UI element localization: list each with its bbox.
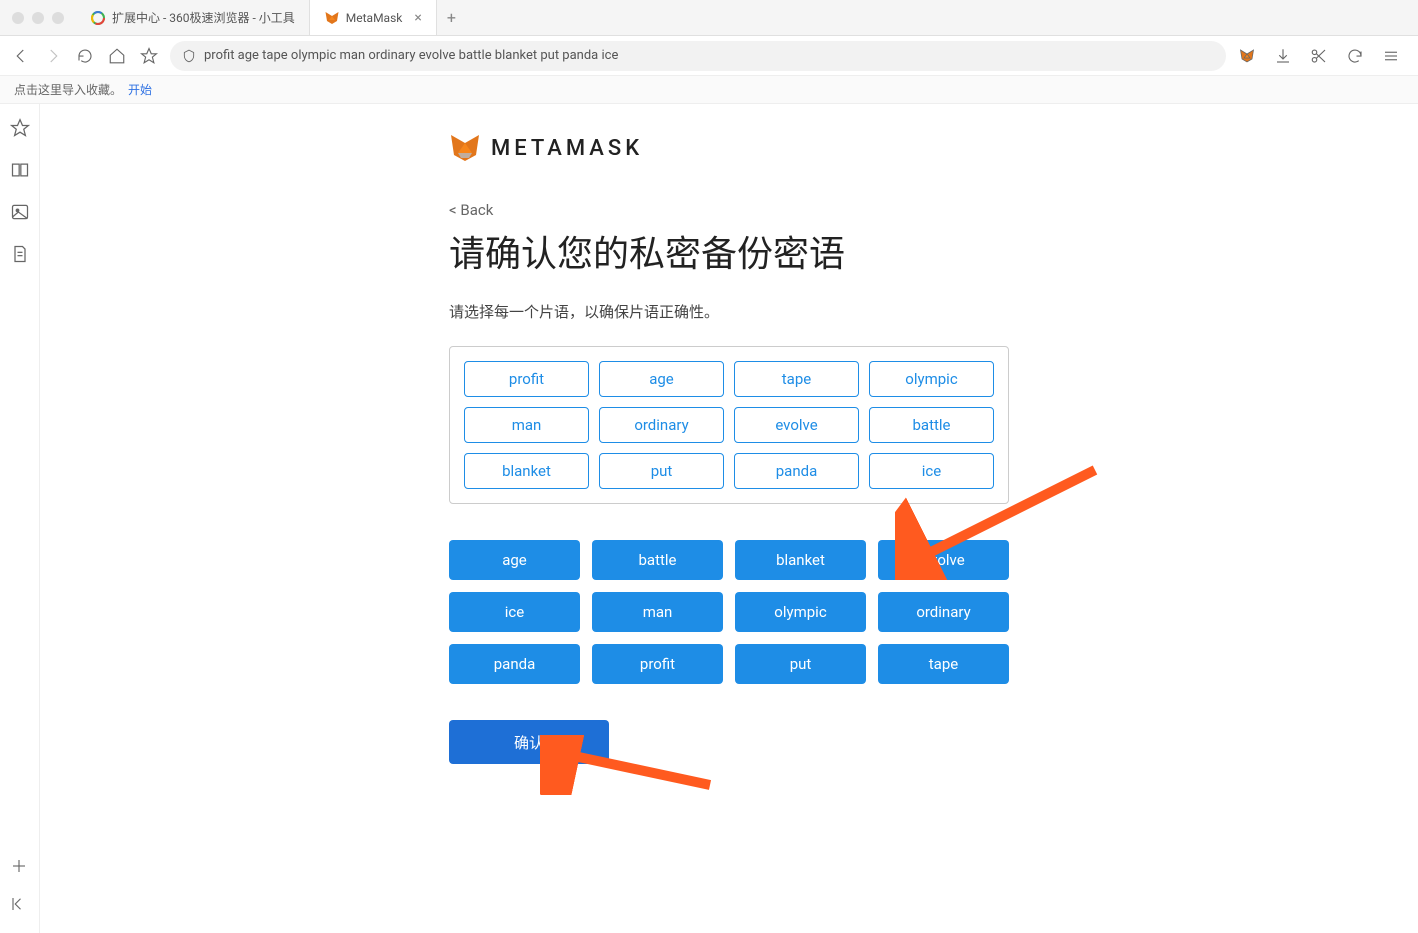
close-window-dot[interactable] [12,12,24,24]
option-word-button[interactable]: panda [449,644,580,684]
selected-word-chip[interactable]: age [599,361,724,397]
option-words-grid: age battle blanket evolve ice man olympi… [449,540,1009,684]
book-icon[interactable] [10,160,30,180]
close-tab-icon[interactable]: × [414,10,421,26]
toolbar-right [1236,45,1408,67]
option-word-button[interactable]: olympic [735,592,866,632]
selected-word-chip[interactable]: tape [734,361,859,397]
option-word-button[interactable]: battle [592,540,723,580]
minimize-window-dot[interactable] [32,12,44,24]
window-controls [0,12,76,24]
menu-icon[interactable] [1380,45,1402,67]
selected-word-chip[interactable]: olympic [869,361,994,397]
tab-extensions[interactable]: 扩展中心 - 360极速浏览器 - 小工具 [76,0,310,35]
page-content: METAMASK < Back 请确认您的私密备份密语 请选择每一个片语，以确保… [40,104,1418,933]
selected-word-chip[interactable]: put [599,453,724,489]
bookmark-start-link[interactable]: 开始 [128,81,152,98]
selected-word-chip[interactable]: panda [734,453,859,489]
navigation-bar: profit age tape olympic man ordinary evo… [0,36,1418,76]
brand-text: METAMASK [491,136,643,161]
address-text: profit age tape olympic man ordinary evo… [204,48,618,63]
selected-word-chip[interactable]: evolve [734,407,859,443]
image-icon[interactable] [10,202,30,222]
option-word-button[interactable]: put [735,644,866,684]
forward-button[interactable] [42,45,64,67]
shield-icon [182,49,196,63]
metamask-fox-icon [449,132,481,164]
side-rail [0,104,40,933]
option-word-button[interactable]: tape [878,644,1009,684]
selected-word-chip[interactable]: profit [464,361,589,397]
selected-word-chip[interactable]: blanket [464,453,589,489]
selected-word-chip[interactable]: battle [869,407,994,443]
tab-label: 扩展中心 - 360极速浏览器 - 小工具 [112,9,295,26]
option-word-button[interactable]: blanket [735,540,866,580]
download-icon[interactable] [1272,45,1294,67]
document-icon[interactable] [10,244,30,264]
tab-metamask[interactable]: MetaMask × [310,0,437,35]
option-word-button[interactable]: man [592,592,723,632]
plus-icon[interactable] [10,857,30,877]
selected-word-chip[interactable]: ordinary [599,407,724,443]
360-icon [90,10,106,26]
selected-word-chip[interactable]: man [464,407,589,443]
maximize-window-dot[interactable] [52,12,64,24]
address-bar[interactable]: profit age tape olympic man ordinary evo… [170,41,1226,71]
window-titlebar: 扩展中心 - 360极速浏览器 - 小工具 MetaMask × + [0,0,1418,36]
selected-word-chip[interactable]: ice [869,453,994,489]
back-button[interactable] [10,45,32,67]
option-word-button[interactable]: ordinary [878,592,1009,632]
new-tab-button[interactable]: + [437,8,466,27]
metamask-ext-icon[interactable] [1236,45,1258,67]
tab-label: MetaMask [346,11,403,25]
page-title: 请确认您的私密备份密语 [449,225,1009,277]
bookmark-hint: 点击这里导入收藏。 [14,81,122,98]
reload-button[interactable] [74,45,96,67]
back-link[interactable]: < Back [449,201,493,219]
collapse-icon[interactable] [10,895,30,915]
favorite-star-icon[interactable] [138,45,160,67]
star-outline-icon[interactable] [10,118,30,138]
page-subtitle: 请选择每一个片语，以确保片语正确性。 [449,301,1009,322]
bookmark-bar: 点击这里导入收藏。 开始 [0,76,1418,104]
metamask-logo: METAMASK [449,132,1009,164]
option-word-button[interactable]: profit [592,644,723,684]
option-word-button[interactable]: ice [449,592,580,632]
option-word-button[interactable]: age [449,540,580,580]
home-button[interactable] [106,45,128,67]
scissors-icon[interactable] [1308,45,1330,67]
undo-icon[interactable] [1344,45,1366,67]
metamask-fox-icon [324,10,340,26]
tab-strip: 扩展中心 - 360极速浏览器 - 小工具 MetaMask × + [76,0,466,35]
option-word-button[interactable]: evolve [878,540,1009,580]
selected-words-box: profit age tape olympic man ordinary evo… [449,346,1009,504]
confirm-button[interactable]: 确认 [449,720,609,764]
